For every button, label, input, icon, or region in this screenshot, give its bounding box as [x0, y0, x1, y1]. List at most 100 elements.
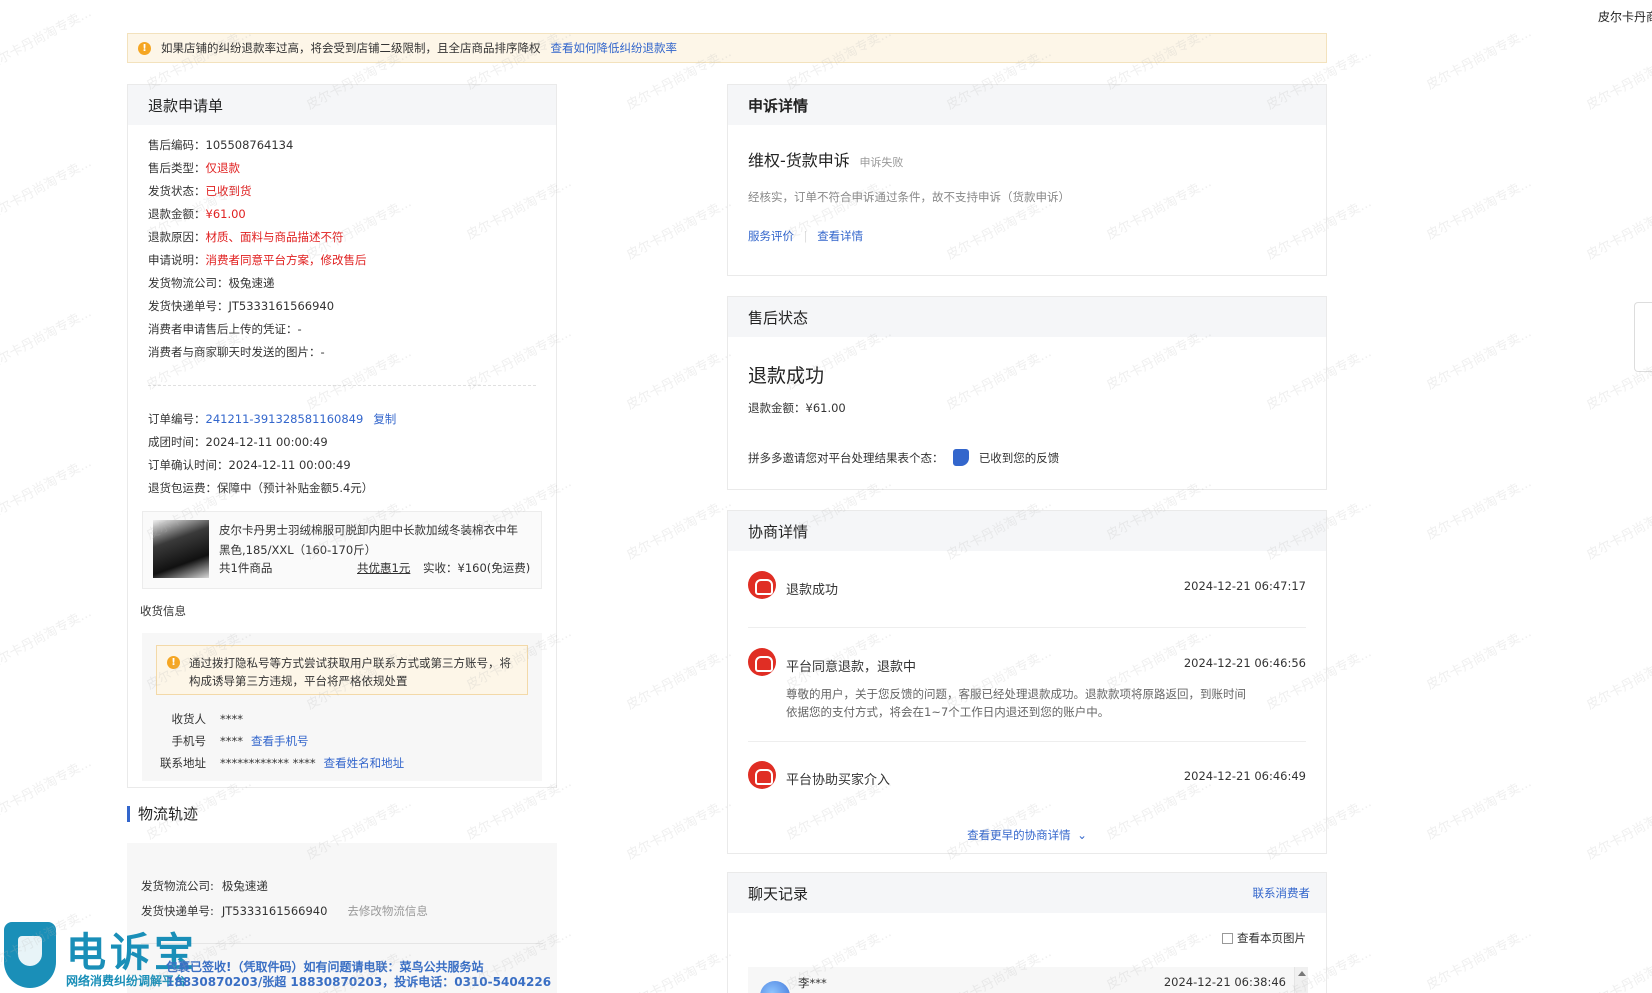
negotiation-item-time: 2024-12-21 06:46:49: [1183, 769, 1306, 783]
pinduoduo-icon: [748, 648, 776, 676]
product-discount: 共优惠1元: [357, 561, 411, 575]
chat-title: 聊天记录: [748, 884, 809, 903]
copy-button[interactable]: 复制: [373, 412, 396, 426]
appeal-header: 申诉详情: [728, 85, 1326, 125]
watermark-text: 皮尔卡丹尚淘专卖...: [0, 154, 95, 223]
notice-link[interactable]: 查看如何降低纠纷退款率: [551, 40, 678, 56]
watermark-text: 皮尔卡丹尚淘专卖...: [0, 754, 95, 823]
appeal-panel: 申诉详情 维权-货款申诉 申诉失败 经核实，订单不符合申诉通过条件，故不支持申诉…: [727, 84, 1327, 276]
row-proof: 消费者申请售后上传的凭证：-: [148, 322, 302, 336]
shop-name: 皮尔卡丹商: [1598, 10, 1652, 24]
service-rating-link[interactable]: 服务评价: [748, 229, 794, 243]
notice-text: 如果店铺的纠纷退款率过高，将会受到店铺二级限制，且全店商品排序降权: [161, 41, 541, 55]
avatar: [760, 981, 790, 993]
watermark-text: 皮尔卡丹尚淘专卖...: [1424, 324, 1535, 393]
watermark-text: 皮尔卡丹尚淘专卖...: [1584, 194, 1652, 263]
product-spec: 黑色,185/XXL（160-170斤）: [219, 543, 377, 557]
fist-shield-icon: [4, 922, 56, 988]
chat-header: 聊天记录 联系消费者: [728, 873, 1326, 913]
row-return-shipping: 退货包运费：保障中（预计补贴金额5.4元）: [148, 481, 374, 495]
aftersale-amount: 退款金额：¥61.00: [748, 401, 846, 415]
receiver-warning: ! 通过拨打隐私号等方式尝试获取用户联系方式或第三方账号，将构成诱导第三方违规，…: [156, 645, 528, 695]
receiver-title: 收货信息: [140, 604, 186, 618]
watermark-text: 皮尔卡丹尚淘专卖...: [1424, 474, 1535, 543]
more-negotiation-row: 查看更早的协商详情 ⌄: [728, 827, 1326, 843]
view-images-checkbox[interactable]: [1222, 933, 1233, 944]
contact-consumer-link[interactable]: 联系消费者: [1253, 885, 1311, 901]
aftersale-status-panel: 售后状态 退款成功 退款金额：¥61.00 拼多多邀请您对平台处理结果表个态： …: [727, 296, 1327, 490]
product-paid: 实收：¥160(免运费): [423, 561, 531, 575]
receiver-box: ! 通过拨打隐私号等方式尝试获取用户联系方式或第三方账号，将构成诱导第三方违规，…: [142, 633, 542, 781]
row-courier: 发货物流公司：极兔速递: [148, 276, 275, 290]
link-separator: |: [803, 229, 808, 243]
watermark-text: 皮尔卡丹尚淘专卖...: [624, 644, 735, 713]
row-group-time: 成团时间：2024-12-11 00:00:49: [148, 435, 328, 449]
warning-icon: !: [167, 656, 180, 669]
edit-logistics-link[interactable]: 去修改物流信息: [347, 904, 428, 918]
watermark-text: 皮尔卡丹尚淘专卖...: [1584, 494, 1652, 563]
receiver-phone-row: 手机号 **** 查看手机号: [171, 734, 309, 748]
negotiation-item-time: 2024-12-21 06:47:17: [1183, 579, 1306, 593]
appeal-desc: 经核实，订单不符合申诉通过条件，故不支持申诉（货款申诉）: [748, 190, 1070, 204]
view-images-row[interactable]: 查看本页图片: [1222, 930, 1306, 946]
chat-scrollbar[interactable]: [1294, 967, 1308, 993]
appeal-status: 申诉失败: [859, 156, 904, 169]
side-floating-tab[interactable]: [1634, 302, 1652, 372]
row-confirm-time: 订单确认时间：2024-12-11 00:00:49: [148, 458, 351, 472]
row-order-no: 订单编号：241211-391328581160849 复制: [148, 412, 397, 426]
appeal-links: 服务评价 | 查看详情: [748, 228, 863, 244]
chat-messages[interactable]: 李*** 2024-12-21 06:38:46: [748, 967, 1308, 993]
appeal-type-row: 维权-货款申诉 申诉失败: [748, 147, 903, 171]
scroll-up-icon[interactable]: [1298, 971, 1306, 976]
watermark-text: 皮尔卡丹尚淘专卖...: [1584, 794, 1652, 863]
appeal-detail-link[interactable]: 查看详情: [817, 229, 863, 243]
negotiation-item-desc: 尊敬的用户，关于您反馈的问题，客服已经处理退款成功。退款款项将原路返回，到账时间: [786, 687, 1246, 701]
watermark-text: 皮尔卡丹尚淘专卖...: [624, 494, 735, 563]
chat-sender: 李***: [798, 976, 827, 990]
appeal-type: 维权-货款申诉: [748, 151, 850, 170]
divider: [148, 385, 536, 386]
watermark-text: 皮尔卡丹尚淘专卖...: [1424, 774, 1535, 843]
watermark-text: 皮尔卡丹尚淘专卖...: [1424, 24, 1535, 93]
more-negotiation-link[interactable]: 查看更早的协商详情: [967, 828, 1071, 842]
receiver-address-row: 联系地址 ************ **** 查看姓名和地址: [160, 756, 405, 770]
divider: [748, 627, 1306, 628]
logistics-tracking-row: 发货快递单号: JT5333161566940 去修改物流信息: [141, 904, 428, 918]
product-thumbnail: [153, 520, 209, 578]
negotiation-header: 协商详情: [728, 511, 1326, 551]
view-phone-link[interactable]: 查看手机号: [251, 734, 309, 748]
courier-promo-text: 包裹已签收!（凭取件码）如有问题请电联：菜鸟公共服务站 18830870203/…: [166, 960, 552, 989]
refund-form-panel: 退款申请单 售后编码：105508764134 售后类型：仅退款 发货状态：已收…: [127, 84, 557, 788]
feedback-row: 拼多多邀请您对平台处理结果表个态： 已收到您的反馈: [748, 449, 1059, 466]
view-address-link[interactable]: 查看姓名和地址: [324, 756, 405, 770]
thumbs-down-icon[interactable]: [953, 449, 970, 466]
watermark-text: 皮尔卡丹尚淘专卖...: [0, 4, 95, 73]
dispute-notice-bar: ! 如果店铺的纠纷退款率过高，将会受到店铺二级限制，且全店商品排序降权 查看如何…: [127, 33, 1327, 63]
chevron-down-icon[interactable]: ⌄: [1077, 828, 1087, 842]
aftersale-header: 售后状态: [728, 297, 1326, 337]
order-no-link[interactable]: 241211-391328581160849: [206, 412, 364, 426]
watermark-text: 皮尔卡丹尚淘专卖...: [624, 944, 735, 993]
watermark-text: 皮尔卡丹尚淘专卖...: [1584, 644, 1652, 713]
watermark-text: 皮尔卡丹尚淘专卖...: [1584, 944, 1652, 993]
aftersale-title: 售后状态: [748, 308, 809, 327]
appeal-title: 申诉详情: [748, 96, 809, 115]
negotiation-panel: 协商详情 退款成功 2024-12-21 06:47:17 平台同意退款，退款中…: [727, 510, 1327, 854]
negotiation-title: 协商详情: [748, 522, 809, 541]
product-name: 皮尔卡丹男士羽绒棉服可脱卸内胆中长款加绒冬装棉衣中年: [219, 523, 518, 537]
product-count: 共1件商品: [219, 561, 273, 575]
row-apply-note: 申请说明：消费者同意平台方案，修改售后: [148, 253, 367, 267]
row-ship-status: 发货状态：已收到货: [148, 184, 252, 198]
watermark-text: 皮尔卡丹尚淘专卖...: [0, 604, 95, 673]
negotiation-item-desc: 依据您的支付方式，将会在1~7个工作日内退还到您的账户中。: [786, 705, 1110, 719]
divider: [748, 741, 1306, 742]
negotiation-item-title: 退款成功: [786, 583, 839, 598]
feedback-status: 已收到您的反馈: [978, 451, 1060, 465]
refund-form-header: 退款申请单: [128, 85, 556, 125]
view-images-label: 查看本页图片: [1237, 931, 1306, 945]
pinduoduo-icon: [748, 761, 776, 789]
product-card[interactable]: 皮尔卡丹男士羽绒棉服可脱卸内胆中长款加绒冬装棉衣中年 黑色,185/XXL（16…: [142, 511, 542, 589]
refund-form-title: 退款申请单: [148, 96, 224, 115]
watermark-text: 皮尔卡丹尚淘专卖...: [1424, 924, 1535, 993]
chat-time: 2024-12-21 06:38:46: [1163, 975, 1286, 989]
